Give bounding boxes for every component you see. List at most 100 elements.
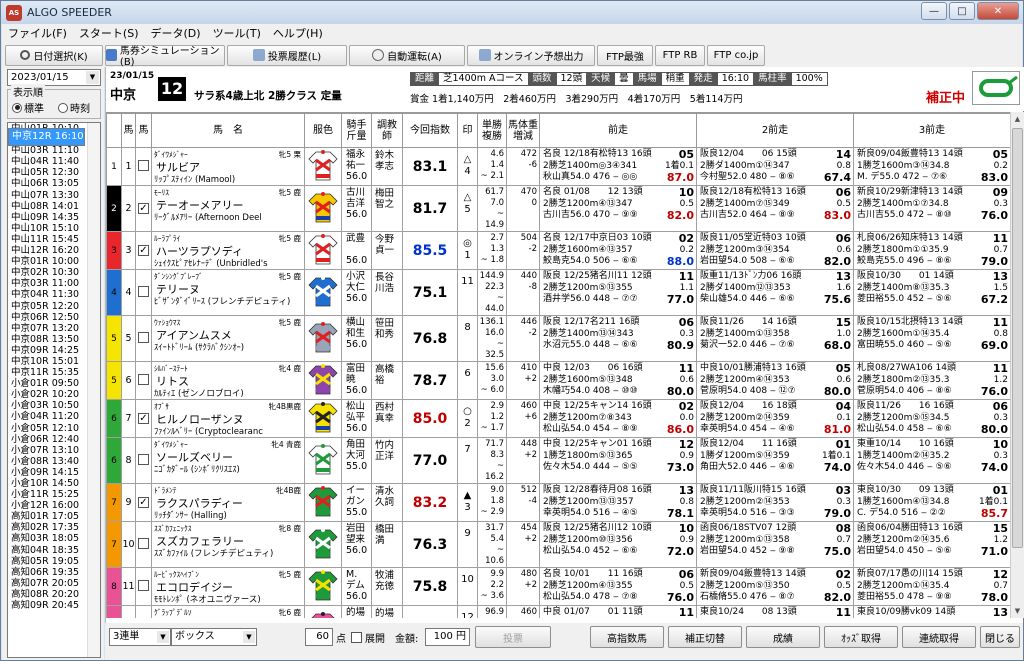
menu-help[interactable]: ヘルプ(H) — [267, 24, 329, 43]
third-previous-race[interactable]: 函良06/04勝田特13 16頭 15 2勝芝1200m②⑭35.6 1.2 岩田望54… — [853, 521, 1010, 568]
second-previous-race[interactable]: 阪良12/18有松特13 16頭 06 2勝芝1400m⑦⑮349 0.5 古川吉52.… — [696, 185, 854, 232]
horse-name-cell[interactable]: ﾓｰﾘｽ 牝5 鹿 テーオーメアリー ﾘｰｸﾞﾙﾒｱﾘｰ (Afternoon … — [151, 185, 305, 232]
column-header[interactable]: 馬 — [135, 113, 152, 148]
prediction-mark[interactable]: 7 — [457, 437, 478, 484]
previous-race[interactable]: 阪良 12/17名211 16頭 06 2勝芝1400m⑬⑭343 0.3 水沼元55.… — [539, 315, 697, 362]
prediction-mark[interactable]: 6 — [457, 361, 478, 400]
horse-select-checkbox[interactable]: ✓ — [135, 185, 152, 232]
column-header[interactable]: 馬 — [121, 113, 136, 148]
chevron-down-icon[interactable]: ▼ — [86, 71, 99, 84]
horse-select-checkbox[interactable] — [135, 521, 152, 568]
horse-select-checkbox[interactable] — [135, 147, 152, 186]
column-header[interactable]: 馬体重 増減 — [506, 113, 540, 148]
column-header[interactable]: 今回指数 — [402, 113, 458, 148]
second-previous-race[interactable]: 阪良12/04 11 16頭 01 1勝ダ1200m⑤⑭359 1着0.1 角田大52.… — [696, 437, 854, 484]
close-button[interactable]: 閉じる — [980, 626, 1020, 648]
horse-select-checkbox[interactable] — [135, 437, 152, 484]
close-window-button[interactable]: ✕ — [977, 2, 1019, 20]
horse-name-cell[interactable]: ｵﾌﾞｻ 牝4B黒鹿 ヒルノローザンヌ ﾌｧｲﾝﾙﾍﾞﾘｰ (Cryptocle… — [151, 399, 305, 438]
horse-row[interactable]: 3 3 ✓ ﾙｰﾗﾌﾟﾗｲ 牝5 鹿 ハーツラプソディ ｼｪｲｸｽﾋﾟｱｾﾚﾅｰ… — [106, 231, 1010, 270]
previous-race[interactable]: 名良 01/08 12 13頭 10 2勝芝1200m④⑬347 0.5 古川吉56.0… — [539, 185, 697, 232]
column-header[interactable]: 2前走 — [696, 113, 854, 148]
horse-name-cell[interactable]: ﾙｰﾗﾌﾟﾗｲ 牝5 鹿 ハーツラプソディ ｼｪｲｸｽﾋﾟｱｾﾚﾅｰﾃﾞ (Un… — [151, 231, 305, 270]
column-header[interactable]: 単勝 複勝 — [477, 113, 507, 148]
previous-race[interactable]: 名良 12/18有松特13 16頭 05 2勝芝1400m◎3④341 1着0.1 秋山… — [539, 147, 697, 186]
second-previous-race[interactable]: 函良06/18STV07 12頭 08 2勝芝1200m①⑬358 0.7 岩田望54.… — [696, 521, 854, 568]
date-select-button[interactable]: 日付選択(K) — [5, 44, 103, 66]
second-previous-race[interactable]: 新良09/04飯豊特13 14頭 02 2勝芝1200m⑤⑬350 0.5 石橋脩55.… — [696, 567, 854, 606]
horse-name-cell[interactable]: ｳｧｼｮｳﾏｽ 牝5 鹿 アイアンムスメ ｽｲｰﾄﾄﾞﾘｰﾑ (ｻｸﾗﾊﾞｸｼﾝ… — [151, 315, 305, 362]
third-previous-race[interactable]: 新良09/04飯豊特13 14頭 05 1勝芝1600m③⑭34.8 0.2 M. デ5… — [853, 147, 1010, 186]
horse-row[interactable]: 8 11 ﾙｰﾋﾞｯｸｽﾍｲﾌﾞﾝ 牝5 鹿 エコロデイジー ﾓﾓﾄﾚﾝﾎﾟ (… — [106, 567, 1010, 606]
high-index-button[interactable]: 高指数馬 — [590, 626, 664, 648]
second-previous-race[interactable]: 阪良11/05堂近特03 10頭 06 2勝芝1200m③⑭354 0.6 岩田望54.… — [696, 231, 854, 270]
scroll-thumb[interactable] — [1012, 128, 1023, 548]
third-previous-race[interactable]: 阪良10/15北摂特13 14頭 11 2勝芝1600m①⑭35.4 0.8 富田暁55… — [853, 315, 1010, 362]
menu-start[interactable]: スタート(S) — [73, 24, 145, 43]
race-list-scrollbar[interactable] — [87, 123, 100, 657]
column-header[interactable]: 騎手 斤量 — [341, 113, 372, 148]
prediction-mark[interactable]: △ 4 — [457, 147, 478, 186]
horse-row[interactable]: 4 4 ﾀﾞﾝｼﾝｸﾞﾌﾞﾚｰﾌﾞ 牝5 鹿 テリーヌ ﾋﾞｻﾞﾝﾀﾞｲﾞﾘｰｽ… — [106, 269, 1010, 316]
horse-row[interactable]: 5 6 ｼﾙﾊﾞｰｽﾃｰﾄ 牝4 鹿 リトス ｶﾙﾃｨｴ (ゼンノロブロイ) 富… — [106, 361, 1010, 400]
radio-time[interactable]: 時刻 — [58, 100, 90, 115]
horse-name-cell[interactable]: ﾄﾞﾗﾒﾝﾃ 牝4B鹿 ラクスパラディー ﾘｯﾁﾀﾞﾝｻｰ (Halling) — [151, 483, 305, 522]
second-previous-race[interactable]: 阪良12/04 06 15頭 14 2勝ダ1400m①⑭347 0.8 今村聖52.0 … — [696, 147, 854, 186]
amount-field[interactable]: 100 円 — [425, 628, 470, 646]
scroll-down-icon[interactable]: ▼ — [1011, 604, 1024, 618]
expand-checkbox[interactable]: 展開 — [351, 630, 385, 645]
horse-row[interactable]: 1 1 ﾀﾞｲﾜﾒｼﾞｬｰ 牝5 栗 サルビア ﾘｯﾌﾟｽﾃｨｲﾝ (Mamoo… — [106, 147, 1010, 186]
horse-row[interactable]: 8 12 ｸﾞﾗｯﾌﾟﾃﾞﾙｿ 牝6 鹿 ミズリーナ ｶﾉﾝ (フォーティナイナ… — [106, 605, 1010, 618]
horse-select-checkbox[interactable] — [135, 269, 152, 316]
horse-name-cell[interactable]: ﾀﾞﾝｼﾝｸﾞﾌﾞﾚｰﾌﾞ 牝5 鹿 テリーヌ ﾋﾞｻﾞﾝﾀﾞｲﾞﾘｰｽ (フレ… — [151, 269, 305, 316]
horse-name-cell[interactable]: ｽｽﾞｶﾌｪﾆｯｸｽ 牝8 鹿 スズカフェラリー ｽｽﾞｶﾌｧｲﾙ (フレンチデ… — [151, 521, 305, 568]
correction-toggle-button[interactable]: 補正切替 — [668, 626, 742, 648]
vote-history-button[interactable]: 投票履歴(L) — [227, 44, 347, 66]
previous-race[interactable]: 中良 12/03 06 16頭 11 2勝芝1600m⑤⑬348 0.6 木幡巧54.0… — [539, 361, 697, 400]
previous-race[interactable]: 阪良 12/25猪名川12 10頭 10 2勝芝1200m⑩⑬356 0.9 松山弘54… — [539, 521, 697, 568]
column-header[interactable]: 印 — [457, 113, 478, 148]
horse-select-checkbox[interactable] — [135, 605, 152, 618]
horse-select-checkbox[interactable]: ✓ — [135, 231, 152, 270]
horse-name-cell[interactable]: ｼﾙﾊﾞｰｽﾃｰﾄ 牝4 鹿 リトス ｶﾙﾃｨｴ (ゼンノロブロイ) — [151, 361, 305, 400]
prediction-mark[interactable]: 11 — [457, 269, 478, 316]
third-previous-race[interactable]: 札良08/27WA106 14頭 11 2勝芝1800m②⑬35.3 1.2 菅原明54… — [853, 361, 1010, 400]
horse-select-checkbox[interactable] — [135, 361, 152, 400]
previous-race[interactable]: 名良 10/01 11 16頭 06 2勝芝1200m④⑬355 0.5 松山弘54.0… — [539, 567, 697, 606]
horse-row[interactable]: 2 2 ✓ ﾓｰﾘｽ 牝5 鹿 テーオーメアリー ﾘｰｸﾞﾙﾒｱﾘｰ (Afte… — [106, 185, 1010, 232]
third-previous-race[interactable]: 札良06/26知床特13 14頭 11 2勝芝1800m①①35.9 0.7 鮫島克55… — [853, 231, 1010, 270]
previous-race[interactable]: 阪良 12/28春待月08 16頭 13 2勝芝1200m⑬⑬357 0.8 幸英明54… — [539, 483, 697, 522]
menu-data[interactable]: データ(D) — [145, 24, 207, 43]
prediction-mark[interactable]: 9 — [457, 521, 478, 568]
horse-name-cell[interactable]: ﾙｰﾋﾞｯｸｽﾍｲﾌﾞﾝ 牝5 鹿 エコロデイジー ﾓﾓﾄﾚﾝﾎﾟ (ネオユニヴ… — [151, 567, 305, 606]
third-previous-race[interactable]: 新良07/17愚の川14 15頭 12 2勝芝1200m①⑭35.4 0.7 菱田裕55… — [853, 567, 1010, 606]
race-list-item[interactable]: 中京12R 16:10 — [8, 128, 85, 146]
third-previous-race[interactable]: 東良10/30 09 13頭 01 1勝芝1600m④⑬34.8 1着0.1 C. デ5… — [853, 483, 1010, 522]
third-previous-race[interactable]: 東良10/09勝vk09 14頭132勝芝1600m①⑩35.51.3的場勇55… — [853, 605, 1010, 618]
third-previous-race[interactable]: 新良10/29新津特13 14頭 09 2勝芝1400m①⑦34.8 0.3 古川吉55… — [853, 185, 1010, 232]
online-forecast-button[interactable]: オンライン予想出力 — [467, 44, 595, 66]
previous-race[interactable]: 名良 12/17中京日03 10頭 02 2勝芝1600m④⑬357 0.2 鮫島克54… — [539, 231, 697, 270]
second-previous-race[interactable]: 阪良11/26 14 16頭 15 2勝芝1400m①⑬358 1.0 菊沢一52.0 … — [696, 315, 854, 362]
horse-select-checkbox[interactable]: ✓ — [135, 483, 152, 522]
horse-select-checkbox[interactable]: ✓ — [135, 399, 152, 438]
horse-name-cell[interactable]: ﾀﾞｲﾜﾒｼﾞｬｰ 牝5 栗 サルビア ﾘｯﾌﾟｽﾃｨｲﾝ (Mamool) — [151, 147, 305, 186]
second-previous-race[interactable]: 阪良12/04 16 18頭 04 2勝芝1200m②⑭359 0.1 幸英明54.0 … — [696, 399, 854, 438]
horse-row[interactable]: 6 8 ﾀﾞｲﾜﾒｼﾞｬｰ 牝4 青鹿 ソールズベリー ﾆｺﾞｶﾀﾞｰﾙ (ｼﾝ… — [106, 437, 1010, 484]
bet-method-select[interactable]: ボックス ▼ — [171, 628, 257, 646]
column-header[interactable]: 服色 — [304, 113, 342, 148]
scroll-up-icon[interactable]: ▲ — [1011, 112, 1024, 126]
horse-select-checkbox[interactable] — [135, 567, 152, 606]
previous-race[interactable]: 中良 12/25キャン01 16頭 12 1勝芝1800m⑤⑬365 0.9 佐々木54… — [539, 437, 697, 484]
third-previous-race[interactable]: 阪良11/26 16 16頭 06 2勝芝1200m⑤⑮34.5 0.3 松山弘54.0… — [853, 399, 1010, 438]
second-previous-race[interactable]: 阪良11/11阪川特15 16頭 03 2勝芝1200m②⑭353 0.3 幸英明54.… — [696, 483, 854, 522]
bet-simulation-button[interactable]: 馬券シミュレーション(B) — [105, 44, 225, 68]
second-previous-race[interactable]: 中良10/01勝浦特13 16頭 05 2勝芝1200m④⑭353 0.6 菅原明54.… — [696, 361, 854, 400]
horse-row[interactable]: 7 10 ｽｽﾞｶﾌｪﾆｯｸｽ 牝8 鹿 スズカフェラリー ｽｽﾞｶﾌｧｲﾙ (… — [106, 521, 1010, 568]
results-button[interactable]: 成績 — [746, 626, 820, 648]
vote-button[interactable]: 投票 — [475, 626, 551, 648]
horse-row[interactable]: 7 9 ✓ ﾄﾞﾗﾒﾝﾃ 牝4B鹿 ラクスパラディー ﾘｯﾁﾀﾞﾝｻｰ (Hal… — [106, 483, 1010, 522]
menu-file[interactable]: ファイル(F) — [2, 24, 73, 43]
horse-name-cell[interactable]: ｸﾞﾗｯﾌﾟﾃﾞﾙｿ 牝6 鹿 ミズリーナ ｶﾉﾝ (フォーティナイナーズサン) — [151, 605, 305, 618]
second-previous-race[interactable]: 東良10/24 08 13頭112勝芝1400m⑭⑬3561.2的場勇55.0 … — [696, 605, 854, 618]
